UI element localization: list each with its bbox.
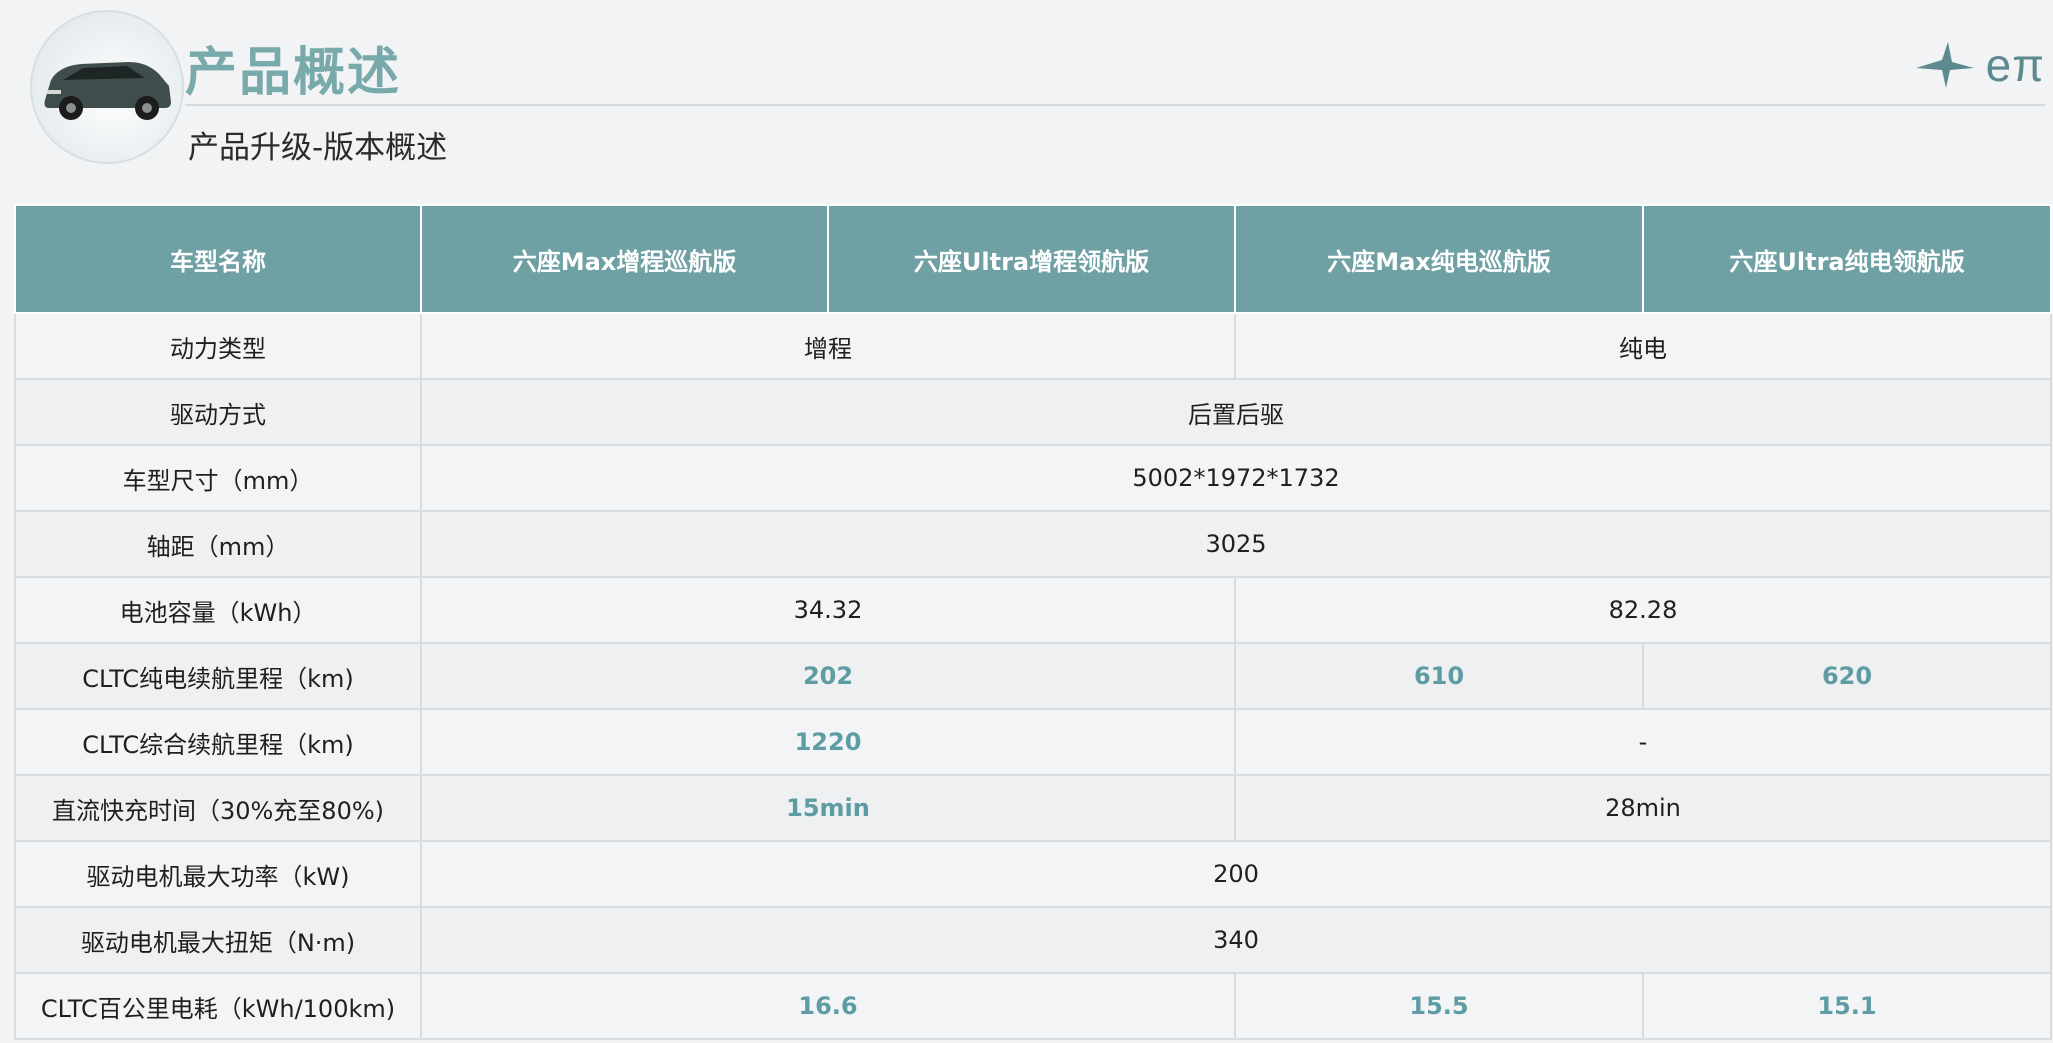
row-label: 驱动方式 xyxy=(14,378,422,446)
cell-value: 15.1 xyxy=(1642,972,2052,1040)
cell-value: 620 xyxy=(1642,642,2052,710)
cell-value: 82.28 xyxy=(1234,576,2052,644)
table-row: 驱动方式 后置后驱 xyxy=(14,378,2052,446)
cell-value: 增程 xyxy=(420,312,1236,380)
table-body: 动力类型 增程 纯电 驱动方式 后置后驱 车型尺寸（mm） 5002*1972*1732 轴距… xyxy=(14,312,2052,1040)
cell-value: 340 xyxy=(420,906,2052,974)
row-label: 驱动电机最大扭矩（N·m) xyxy=(14,906,422,974)
column-header-model-name: 车型名称 xyxy=(14,204,422,314)
brand-logo: eπ xyxy=(1912,38,2045,92)
page-subtitle: 产品升级-版本概述 xyxy=(188,130,448,166)
row-label: 动力类型 xyxy=(14,312,422,380)
column-header-variant: 六座Max纯电巡航版 xyxy=(1234,204,1644,314)
cell-value: 200 xyxy=(420,840,2052,908)
table-row: CLTC百公里电耗（kWh/100km) 16.6 15.5 15.1 xyxy=(14,972,2052,1040)
cell-value: 15min xyxy=(420,774,1236,842)
brand-name: eπ xyxy=(1985,39,2045,91)
table-row: 直流快充时间（30%充至80%) 15min 28min xyxy=(14,774,2052,842)
cell-value: 202 xyxy=(420,642,1236,710)
car-thumbnail xyxy=(30,10,184,164)
cell-value: 610 xyxy=(1234,642,1644,710)
cell-value: 3025 xyxy=(420,510,2052,578)
row-label: 电池容量（kWh） xyxy=(14,576,422,644)
cell-value: 纯电 xyxy=(1234,312,2052,380)
cell-value: 1220 xyxy=(420,708,1236,776)
table-row: CLTC综合续航里程（km) 1220- xyxy=(14,708,2052,776)
cell-value: 5002*1972*1732 xyxy=(420,444,2052,512)
cell-value: 34.32 xyxy=(420,576,1236,644)
table-row: 驱动电机最大功率（kW) 200 xyxy=(14,840,2052,908)
cell-value: 16.6 xyxy=(420,972,1236,1040)
row-label: 直流快充时间（30%充至80%) xyxy=(14,774,422,842)
page-header: 产品概述 产品升级-版本概述 eπ xyxy=(0,0,2053,190)
table-row: 驱动电机最大扭矩（N·m) 340 xyxy=(14,906,2052,974)
ept-logo-icon xyxy=(1915,42,1974,88)
table-row: 动力类型 增程 纯电 xyxy=(14,312,2052,380)
table-row: 车型尺寸（mm） 5002*1972*1732 xyxy=(14,444,2052,512)
row-label: CLTC综合续航里程（km) xyxy=(14,708,422,776)
table-row: 轴距（mm） 3025 xyxy=(14,510,2052,578)
header-divider xyxy=(185,104,2045,106)
table-row: 电池容量（kWh） 34.32 82.28 xyxy=(14,576,2052,644)
row-label: 车型尺寸（mm） xyxy=(14,444,422,512)
column-header-variant: 六座Max增程巡航版 xyxy=(420,204,829,314)
table-row: CLTC纯电续航里程（km) 202 610 620 xyxy=(14,642,2052,710)
row-label: 轴距（mm） xyxy=(14,510,422,578)
page-title: 产品概述 xyxy=(185,43,402,103)
cell-value: 后置后驱 xyxy=(420,378,2052,446)
row-label: CLTC百公里电耗（kWh/100km) xyxy=(14,972,422,1040)
cell-value: 15.5 xyxy=(1234,972,1644,1040)
table-header-row: 车型名称 六座Max增程巡航版 六座Ultra增程领航版 六座Max纯电巡航版 六座Ul… xyxy=(14,204,2052,314)
suv-car-image xyxy=(44,62,171,120)
row-label: CLTC纯电续航里程（km) xyxy=(14,642,422,710)
cell-value: - xyxy=(1234,708,2052,776)
cell-value: 28min xyxy=(1234,774,2052,842)
row-label: 驱动电机最大功率（kW) xyxy=(14,840,422,908)
spec-table: 车型名称 六座Max增程巡航版 六座Ultra增程领航版 六座Max纯电巡航版 六座Ul… xyxy=(14,204,2052,1040)
column-header-variant: 六座Ultra增程领航版 xyxy=(827,204,1236,314)
column-header-variant: 六座Ultra纯电领航版 xyxy=(1642,204,2052,314)
